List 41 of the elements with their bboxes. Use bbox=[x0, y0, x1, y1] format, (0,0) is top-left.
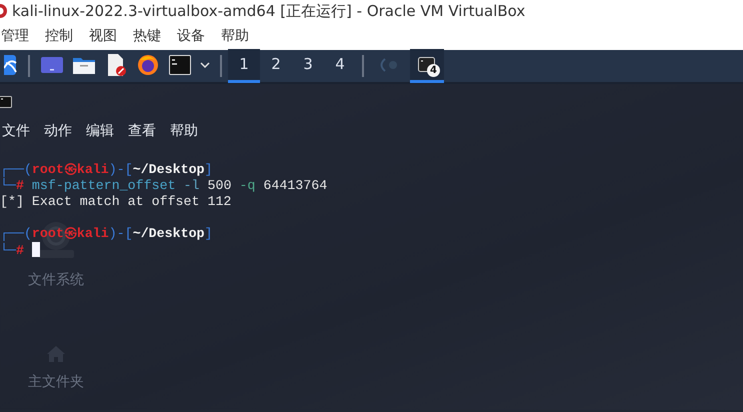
taskbar-button[interactable]: 4 bbox=[410, 49, 444, 83]
menu-item[interactable]: 查看 bbox=[128, 121, 156, 142]
command-text: msf-pattern_offset bbox=[30, 178, 176, 193]
command-option: -q bbox=[239, 178, 256, 193]
prompt-path: ~/Desktop bbox=[132, 226, 205, 241]
menu-item[interactable]: 帮助 bbox=[170, 121, 198, 142]
prompt-frame: ┌──( bbox=[0, 226, 32, 241]
prompt-frame: )-[ bbox=[108, 226, 133, 241]
menu-item[interactable]: 设备 bbox=[176, 26, 206, 46]
prompt-symbol: # bbox=[16, 243, 24, 258]
window-title: kali-linux-2022.3-virtualbox-amd64 [正在运行] - Oracle VM VirtualBox bbox=[12, 0, 526, 22]
terminal-text: [*] Exact match at offset 112 bbox=[0, 194, 232, 209]
prompt-frame: ] bbox=[204, 162, 213, 177]
terminal-icon bbox=[418, 56, 436, 72]
workspace-button[interactable]: 2 bbox=[260, 49, 292, 83]
terminal-text: 64413764 bbox=[262, 178, 328, 193]
prompt-user: root㉿kali bbox=[32, 226, 109, 241]
text-cursor bbox=[32, 242, 40, 257]
workspace-button[interactable]: 3 bbox=[292, 49, 324, 83]
prompt-path: ~/Desktop bbox=[132, 162, 205, 177]
workspace-button[interactable]: 4 bbox=[324, 49, 356, 83]
prompt-symbol: # bbox=[16, 178, 24, 193]
menu-item[interactable]: 热键 bbox=[132, 26, 162, 46]
prompt-frame: └─ bbox=[0, 243, 16, 258]
menu-item[interactable]: 控制 bbox=[44, 26, 74, 46]
prompt-user: root㉿kali bbox=[32, 162, 109, 177]
menu-item[interactable]: 编辑 bbox=[86, 121, 114, 142]
workspace-button[interactable]: 1 bbox=[228, 49, 260, 83]
menu-item[interactable]: 视图 bbox=[88, 26, 118, 46]
prompt-frame: ] bbox=[204, 226, 213, 241]
prompt-frame: )-[ bbox=[108, 162, 133, 177]
command-option: -l bbox=[176, 178, 200, 193]
menu-item[interactable]: 帮助 bbox=[220, 26, 250, 46]
prompt-frame: └─ bbox=[0, 178, 16, 193]
terminal-text: 500 bbox=[206, 178, 232, 193]
prompt-frame: ┌──( bbox=[0, 162, 32, 177]
terminal-icon bbox=[0, 96, 12, 108]
menu-item[interactable]: 动作 bbox=[44, 121, 72, 142]
menu-item[interactable]: 文件 bbox=[2, 121, 30, 142]
count-badge: 4 bbox=[427, 64, 440, 77]
menu-item[interactable]: 管理 bbox=[0, 26, 30, 46]
